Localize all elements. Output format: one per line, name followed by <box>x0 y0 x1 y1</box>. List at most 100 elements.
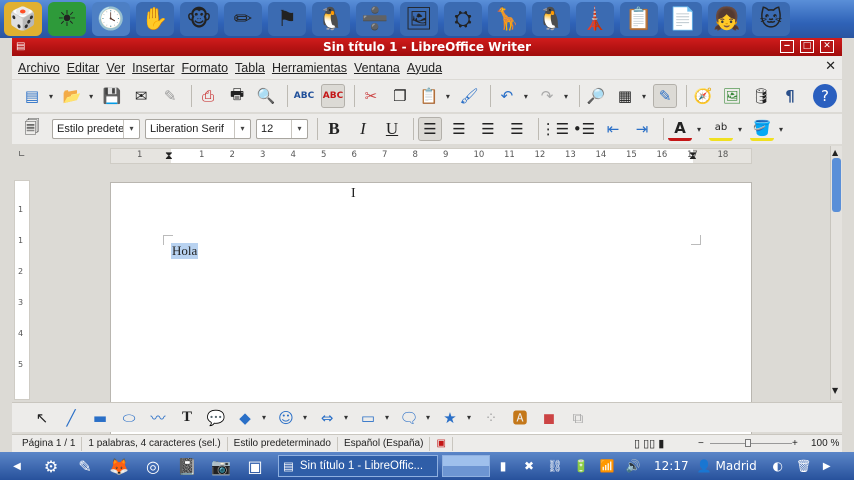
navigator-icon[interactable]: 🧭 <box>691 84 715 108</box>
menu-editar[interactable]: Editar <box>67 61 107 75</box>
child-face-icon[interactable]: 👧 <box>708 2 746 36</box>
spellcheck-icon[interactable]: ABC <box>292 84 316 108</box>
styles-formatting-icon[interactable]: 🗐 <box>20 117 44 141</box>
shapes-3d-icon[interactable]: ◼ <box>537 406 561 430</box>
decrease-indent-icon[interactable]: ⇤ <box>601 117 625 141</box>
symbol-shapes-icon[interactable]: ☺ <box>274 406 298 430</box>
page-style[interactable]: Estilo predeterminado <box>228 436 338 451</box>
table-dropdown-icon[interactable]: ▾ <box>642 92 649 101</box>
open-dropdown-icon[interactable]: ▾ <box>89 92 96 101</box>
scrollbar-thumb[interactable] <box>832 158 841 212</box>
notes-icon[interactable]: 📓 <box>172 454 202 478</box>
basic-shapes-dropdown-icon[interactable]: ▾ <box>262 413 270 422</box>
increase-indent-icon[interactable]: ⇥ <box>630 117 654 141</box>
monkey-icon[interactable]: 🐵 <box>180 2 218 36</box>
redo-icon[interactable]: ↷ <box>535 84 559 108</box>
edit-file-icon[interactable]: ✎ <box>158 84 182 108</box>
scratch-cat-icon[interactable]: 🐱 <box>752 2 790 36</box>
help-icon[interactable]: ? <box>813 84 837 108</box>
email-icon[interactable]: ✉ <box>129 84 153 108</box>
callout-icon[interactable]: 💬 <box>204 406 228 430</box>
taskbar-arrow-left-icon[interactable]: ◀ <box>2 454 32 478</box>
align-center-icon[interactable]: ☰ <box>447 117 471 141</box>
menu-ver[interactable]: Ver <box>106 61 132 75</box>
stars-icon[interactable]: ★ <box>438 406 462 430</box>
bullets-icon[interactable]: •☰ <box>572 117 596 141</box>
paste-dropdown-icon[interactable]: ▾ <box>446 92 453 101</box>
font-name-select[interactable]: Liberation Serif ▾ <box>145 119 251 139</box>
penguin-icon[interactable]: 🐧 <box>532 2 570 36</box>
cut-icon[interactable]: ✂ <box>359 84 383 108</box>
background-color-icon[interactable]: 🪣 <box>750 117 774 141</box>
zoom-level[interactable]: 100 % <box>811 438 839 449</box>
language-status[interactable]: Español (España) <box>338 436 431 451</box>
callouts-dropdown-icon[interactable]: ▾ <box>426 413 434 422</box>
numbering-icon[interactable]: ⋮☰ <box>541 117 569 141</box>
flag-icon[interactable]: ⚑ <box>268 2 306 36</box>
undo-icon[interactable]: ↶ <box>495 84 519 108</box>
menu-tabla[interactable]: Tabla <box>235 61 272 75</box>
paragraph-style-select[interactable]: Estilo predete ▾ <box>52 119 140 139</box>
points-icon[interactable]: ⁘ <box>479 406 503 430</box>
flowchart-dropdown-icon[interactable]: ▾ <box>385 413 393 422</box>
gcompris-icon[interactable]: 🎲 <box>4 2 42 36</box>
zoom-slider-handle[interactable] <box>745 439 751 447</box>
highlighting-icon[interactable]: ab <box>709 117 733 141</box>
italic-icon[interactable]: I <box>351 117 375 141</box>
redo-dropdown-icon[interactable]: ▾ <box>564 92 571 101</box>
left-indent-marker[interactable]: ⧗ <box>165 149 173 163</box>
clock[interactable]: 12:17 <box>654 459 689 473</box>
align-right-icon[interactable]: ☰ <box>476 117 500 141</box>
font-size-select[interactable]: 12 ▾ <box>256 119 308 139</box>
edit-pencil-icon[interactable]: ✎ <box>70 454 100 478</box>
battery-icon[interactable]: 🔋 <box>570 454 592 478</box>
zoom-in-icon[interactable]: + <box>792 438 798 449</box>
lighthouse-icon[interactable]: 🗼 <box>576 2 614 36</box>
rectangle-icon[interactable]: ▬ <box>88 406 112 430</box>
fontwork-icon[interactable]: 🅰 <box>508 406 532 430</box>
excel-icon[interactable]: ✖ <box>518 454 540 478</box>
location-label[interactable]: Madrid <box>716 459 757 473</box>
document-modified-icon[interactable]: ▣ <box>430 436 453 451</box>
screenshot-icon[interactable]: 📷 <box>206 454 236 478</box>
horizontal-ruler[interactable]: 1 1 2 3 4 5 6 7 8 9 10 11 12 13 14 15 16 17 18 ⧗ ⧗ <box>110 148 752 164</box>
data-sources-icon[interactable]: 🛢 <box>749 84 773 108</box>
text-box-icon[interactable]: T <box>175 406 199 430</box>
menu-ventana[interactable]: Ventana <box>354 61 407 75</box>
basic-shapes-icon[interactable]: ◆ <box>233 406 257 430</box>
menu-archivo[interactable]: Archivo <box>18 61 67 75</box>
show-draw-functions-icon[interactable]: ✎ <box>653 84 678 108</box>
bold-icon[interactable]: B <box>322 117 346 141</box>
page-count[interactable]: Página 1 / 1 <box>16 436 83 451</box>
block-arrows-dropdown-icon[interactable]: ▾ <box>344 413 352 422</box>
font-color-icon[interactable]: A <box>668 117 692 141</box>
lifebuoy-icon[interactable]: ⛭ <box>444 2 482 36</box>
maximize-button[interactable]: □ <box>800 40 814 53</box>
settings-icon[interactable]: ◐ <box>767 454 789 478</box>
chevron-down-icon[interactable]: ▾ <box>234 120 250 138</box>
right-indent-marker[interactable]: ⧗ <box>689 149 697 163</box>
print-preview-icon[interactable]: 🔍 <box>254 84 278 108</box>
line-icon[interactable]: ╱ <box>59 406 83 430</box>
new-document-icon[interactable]: ▤ <box>20 84 44 108</box>
block-arrows-icon[interactable]: ⇔ <box>315 406 339 430</box>
document-text[interactable]: Hola <box>171 243 199 259</box>
trash-icon[interactable]: 🗑 <box>793 454 815 478</box>
close-document-button[interactable]: ✕ <box>825 59 836 74</box>
sun-clock-icon[interactable]: ☀ <box>48 2 86 36</box>
find-replace-icon[interactable]: 🔎 <box>584 84 608 108</box>
minimize-button[interactable]: ‒ <box>780 40 794 53</box>
extrusion-icon[interactable]: ⧉ <box>566 406 590 430</box>
signal-icon[interactable]: 📶 <box>596 454 618 478</box>
user-icon[interactable]: 👤 <box>697 459 712 473</box>
flowchart-icon[interactable]: ▭ <box>356 406 380 430</box>
firefox-icon[interactable]: 🦊 <box>104 454 134 478</box>
tux-typing-icon[interactable]: 🐧 <box>312 2 350 36</box>
taskbar-arrow-right-icon[interactable]: ▶ <box>819 454 835 478</box>
volume-icon[interactable]: 🔊 <box>622 454 644 478</box>
menu-herramientas[interactable]: Herramientas <box>272 61 354 75</box>
table-icon[interactable]: ▦ <box>613 84 637 108</box>
math-icon[interactable]: ➗ <box>356 2 394 36</box>
zoom-out-icon[interactable]: − <box>698 438 704 449</box>
symbol-shapes-dropdown-icon[interactable]: ▾ <box>303 413 311 422</box>
